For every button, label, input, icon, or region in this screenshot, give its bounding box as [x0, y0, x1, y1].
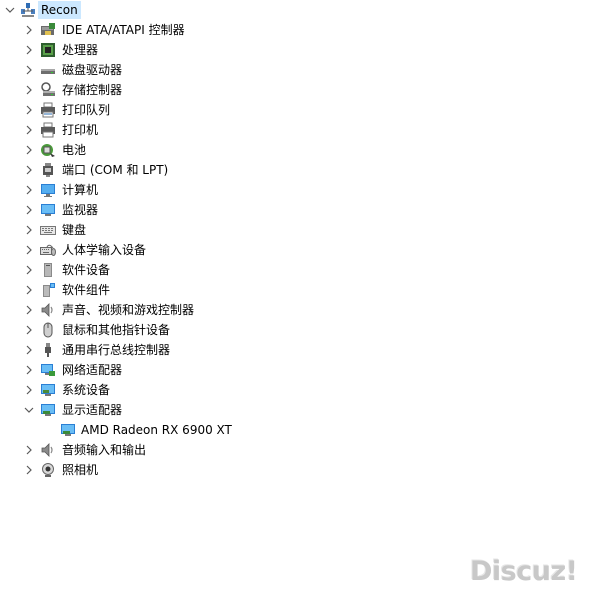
- software-component-icon: [40, 282, 56, 298]
- tree-item-camera[interactable]: 照相机: [0, 460, 594, 480]
- tree-item-computer[interactable]: 计算机: [0, 180, 594, 200]
- tree-item-label: 人体学输入设备: [62, 243, 147, 257]
- software-device-icon: [40, 262, 56, 278]
- network-adapter-icon: [40, 362, 56, 378]
- printer-icon: [40, 122, 56, 138]
- chevron-right-icon[interactable]: [22, 360, 36, 380]
- tree-item-display-adapter[interactable]: 显示适配器: [0, 400, 594, 420]
- chevron-right-icon[interactable]: [22, 20, 36, 40]
- tree-item-software-device[interactable]: 软件设备: [0, 260, 594, 280]
- tree-item-system-device[interactable]: 系统设备: [0, 380, 594, 400]
- tree-item-label: 电池: [62, 143, 87, 157]
- hid-icon: [40, 242, 56, 258]
- chevron-right-icon[interactable]: [22, 60, 36, 80]
- tree-item-label: 打印机: [62, 123, 99, 137]
- tree-item-label: 端口 (COM 和 LPT): [62, 163, 169, 177]
- disk-drive-icon: [40, 62, 56, 78]
- tree-item-disk-drive[interactable]: 磁盘驱动器: [0, 60, 594, 80]
- tree-item-label: 通用串行总线控制器: [62, 343, 171, 357]
- chevron-right-icon[interactable]: [22, 380, 36, 400]
- tree-item-software-component[interactable]: 软件组件: [0, 280, 594, 300]
- processor-icon: [40, 42, 56, 58]
- camera-icon: [40, 462, 56, 478]
- speaker-icon: [40, 302, 56, 318]
- watermark-logo: Discuz!: [470, 556, 578, 587]
- tree-item-label: 网络适配器: [62, 363, 123, 377]
- tree-item-label: 显示适配器: [62, 403, 123, 417]
- tree-item-usb[interactable]: 通用串行总线控制器: [0, 340, 594, 360]
- chevron-right-icon[interactable]: [22, 160, 36, 180]
- chevron-right-icon[interactable]: [22, 100, 36, 120]
- tree-item-ide-controller[interactable]: IDE ATA/ATAPI 控制器: [0, 20, 594, 40]
- display-adapter-icon: [60, 422, 76, 438]
- print-queue-icon: [40, 102, 56, 118]
- display-adapter-icon: [40, 402, 56, 418]
- tree-item-label: 处理器: [62, 43, 99, 57]
- chevron-down-icon[interactable]: [3, 0, 17, 20]
- usb-icon: [40, 342, 56, 358]
- chevron-right-icon[interactable]: [22, 260, 36, 280]
- tree-item-label: 系统设备: [62, 383, 111, 397]
- tree-item-print-queue[interactable]: 打印队列: [0, 100, 594, 120]
- tree-item-battery[interactable]: 电池: [0, 140, 594, 160]
- audio-io-icon: [40, 442, 56, 458]
- tree-item-label: 照相机: [62, 463, 99, 477]
- tree-item-label: 存储控制器: [62, 83, 123, 97]
- tree-item-label: 计算机: [62, 183, 99, 197]
- tree-item-label: 磁盘驱动器: [62, 63, 123, 77]
- tree-item-label: IDE ATA/ATAPI 控制器: [62, 23, 185, 37]
- tree-item-label: 声音、视频和游戏控制器: [62, 303, 195, 317]
- chevron-right-icon[interactable]: [22, 80, 36, 100]
- tree-item-storage-controller[interactable]: 存储控制器: [0, 80, 594, 100]
- tree-root-label[interactable]: Recon: [38, 1, 81, 19]
- tree-item-mouse[interactable]: 鼠标和其他指针设备: [0, 320, 594, 340]
- tree-item-keyboard[interactable]: 键盘: [0, 220, 594, 240]
- chevron-right-icon[interactable]: [22, 140, 36, 160]
- chevron-right-icon[interactable]: [22, 220, 36, 240]
- chevron-right-icon[interactable]: [22, 180, 36, 200]
- mouse-icon: [40, 322, 56, 338]
- monitor-icon: [40, 202, 56, 218]
- computer-icon: [40, 182, 56, 198]
- chevron-right-icon[interactable]: [22, 440, 36, 460]
- chevron-right-icon[interactable]: [22, 120, 36, 140]
- tree-item-port[interactable]: 端口 (COM 和 LPT): [0, 160, 594, 180]
- chevron-right-icon[interactable]: [22, 240, 36, 260]
- tree-item-label: 打印队列: [62, 103, 111, 117]
- chevron-down-icon[interactable]: [22, 400, 36, 420]
- device-tree: Recon IDE ATA/ATAPI 控制器 处理器 磁盘驱动器 存储控制器: [0, 0, 594, 480]
- tree-item-processor[interactable]: 处理器: [0, 40, 594, 60]
- tree-item-monitor[interactable]: 监视器: [0, 200, 594, 220]
- tree-device-label: AMD Radeon RX 6900 XT: [81, 423, 232, 437]
- chevron-right-icon[interactable]: [22, 320, 36, 340]
- chevron-right-icon[interactable]: [22, 300, 36, 320]
- tree-item-sound-video-game[interactable]: 声音、视频和游戏控制器: [0, 300, 594, 320]
- chevron-right-icon[interactable]: [22, 280, 36, 300]
- keyboard-icon: [40, 222, 56, 238]
- tree-item-label: 软件组件: [62, 283, 111, 297]
- tree-item-hid[interactable]: 人体学输入设备: [0, 240, 594, 260]
- tree-item-label: 监视器: [62, 203, 99, 217]
- ide-controller-icon: [40, 22, 56, 38]
- chevron-right-icon[interactable]: [22, 200, 36, 220]
- computer-root-icon: [20, 2, 36, 18]
- tree-root-row[interactable]: Recon: [0, 0, 594, 20]
- tree-item-label: 鼠标和其他指针设备: [62, 323, 171, 337]
- tree-item-printer[interactable]: 打印机: [0, 120, 594, 140]
- chevron-right-icon[interactable]: [22, 340, 36, 360]
- tree-item-label: 软件设备: [62, 263, 111, 277]
- tree-item-network-adapter[interactable]: 网络适配器: [0, 360, 594, 380]
- chevron-right-icon[interactable]: [22, 460, 36, 480]
- tree-item-audio-io[interactable]: 音频输入和输出: [0, 440, 594, 460]
- tree-item-label: 键盘: [62, 223, 87, 237]
- port-icon: [40, 162, 56, 178]
- storage-controller-icon: [40, 82, 56, 98]
- tree-device-amd-radeon[interactable]: AMD Radeon RX 6900 XT: [0, 420, 594, 440]
- chevron-right-icon[interactable]: [22, 40, 36, 60]
- tree-item-label: 音频输入和输出: [62, 443, 147, 457]
- battery-icon: [40, 142, 56, 158]
- system-device-icon: [40, 382, 56, 398]
